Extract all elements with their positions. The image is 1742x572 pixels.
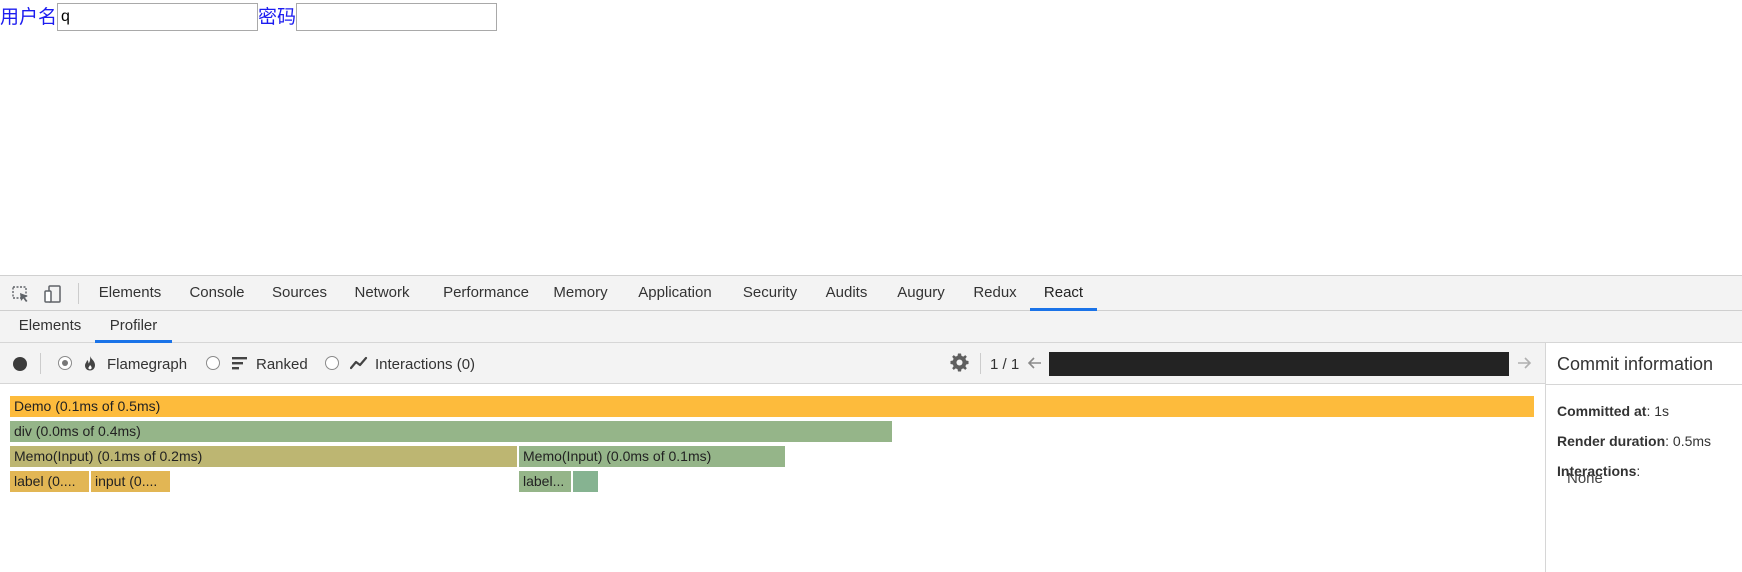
device-toggle-icon[interactable] xyxy=(43,284,63,304)
ranked-radio[interactable] xyxy=(206,356,220,370)
committed-at-label: Committed at xyxy=(1557,403,1647,419)
committed-at-row: Committed at: 1s xyxy=(1557,402,1669,420)
tab-react[interactable]: React xyxy=(1030,276,1097,311)
flame-node-memo-input-1[interactable]: Memo(Input) (0.1ms of 0.2ms) xyxy=(10,446,517,467)
tab-sources[interactable]: Sources xyxy=(266,276,333,310)
render-duration-row: Render duration: 0.5ms xyxy=(1557,432,1711,450)
password-label: 密码 xyxy=(258,6,297,28)
commit-info-sidebar: Commit information Committed at: 1s Rend… xyxy=(1545,343,1742,572)
toolbar-divider xyxy=(40,353,41,374)
tab-performance[interactable]: Performance xyxy=(431,276,541,310)
tab-memory[interactable]: Memory xyxy=(550,276,611,310)
tab-augury[interactable]: Augury xyxy=(890,276,952,310)
react-sub-tab-bar: Elements Profiler xyxy=(0,311,1742,343)
flame-node-input-2[interactable] xyxy=(573,471,598,492)
flamegraph-radio[interactable] xyxy=(58,356,72,370)
ranked-label[interactable]: Ranked xyxy=(256,355,308,375)
page: 用户名 密码 Elements Console Sources Network … xyxy=(0,0,1742,572)
commit-info-title: Commit information xyxy=(1557,354,1714,374)
render-duration-label: Render duration xyxy=(1557,433,1666,449)
tab-application[interactable]: Application xyxy=(632,276,718,310)
flame-icon xyxy=(83,355,99,373)
login-form: 用户名 密码 xyxy=(0,3,498,31)
flame-node-label-2[interactable]: label... xyxy=(519,471,571,492)
password-input[interactable] xyxy=(296,3,498,31)
committed-at-value: : 1s xyxy=(1646,403,1670,419)
inspect-element-icon[interactable] xyxy=(11,284,31,304)
flame-node-input-1[interactable]: input (0.... xyxy=(91,471,170,492)
tab-console[interactable]: Console xyxy=(182,276,252,310)
tab-elements[interactable]: Elements xyxy=(92,276,168,310)
arrow-right-icon[interactable] xyxy=(1516,355,1532,371)
ranked-icon xyxy=(232,356,248,370)
gear-icon[interactable] xyxy=(950,353,970,373)
devtools-tab-bar: Elements Console Sources Network Perform… xyxy=(0,276,1742,311)
profiler-toolbar: Flamegraph Ranked Interactions (0) 1 / 1 xyxy=(0,343,1545,384)
render-duration-value: : 0.5ms xyxy=(1665,433,1712,449)
flame-node-memo-input-2[interactable]: Memo(Input) (0.0ms of 0.1ms) xyxy=(519,446,785,467)
tab-network[interactable]: Network xyxy=(346,276,418,310)
tab-redux[interactable]: Redux xyxy=(966,276,1024,310)
commit-counter: 1 / 1 xyxy=(990,356,1020,373)
arrow-left-icon[interactable] xyxy=(1027,355,1043,371)
flame-node-div[interactable]: div (0.0ms of 0.4ms) xyxy=(10,421,892,442)
subtab-profiler[interactable]: Profiler xyxy=(95,311,172,343)
tab-security[interactable]: Security xyxy=(737,276,803,310)
interactions-label[interactable]: Interactions (0) xyxy=(375,355,475,375)
flamegraph-label[interactable]: Flamegraph xyxy=(107,355,187,375)
commit-selector-bar[interactable] xyxy=(1049,352,1509,376)
record-icon[interactable] xyxy=(13,357,27,371)
toolbar-divider xyxy=(78,283,79,304)
interactions-icon xyxy=(350,356,368,370)
devtools-panel: Elements Console Sources Network Perform… xyxy=(0,275,1742,572)
interactions-info-suffix: : xyxy=(1636,463,1641,479)
subtab-elements[interactable]: Elements xyxy=(15,311,85,342)
toolbar-divider xyxy=(980,353,981,374)
username-label: 用户名 xyxy=(0,6,58,28)
sidebar-divider xyxy=(1546,384,1742,385)
flame-node-demo[interactable]: Demo (0.1ms of 0.5ms) xyxy=(10,396,1534,417)
interactions-radio[interactable] xyxy=(325,356,339,370)
username-input[interactable] xyxy=(57,3,259,31)
interactions-none: None xyxy=(1567,470,1603,487)
flamegraph-chart: Demo (0.1ms of 0.5ms) div (0.0ms of 0.4m… xyxy=(0,385,1545,572)
tab-audits[interactable]: Audits xyxy=(819,276,874,310)
flame-node-label-1[interactable]: label (0.... xyxy=(10,471,89,492)
